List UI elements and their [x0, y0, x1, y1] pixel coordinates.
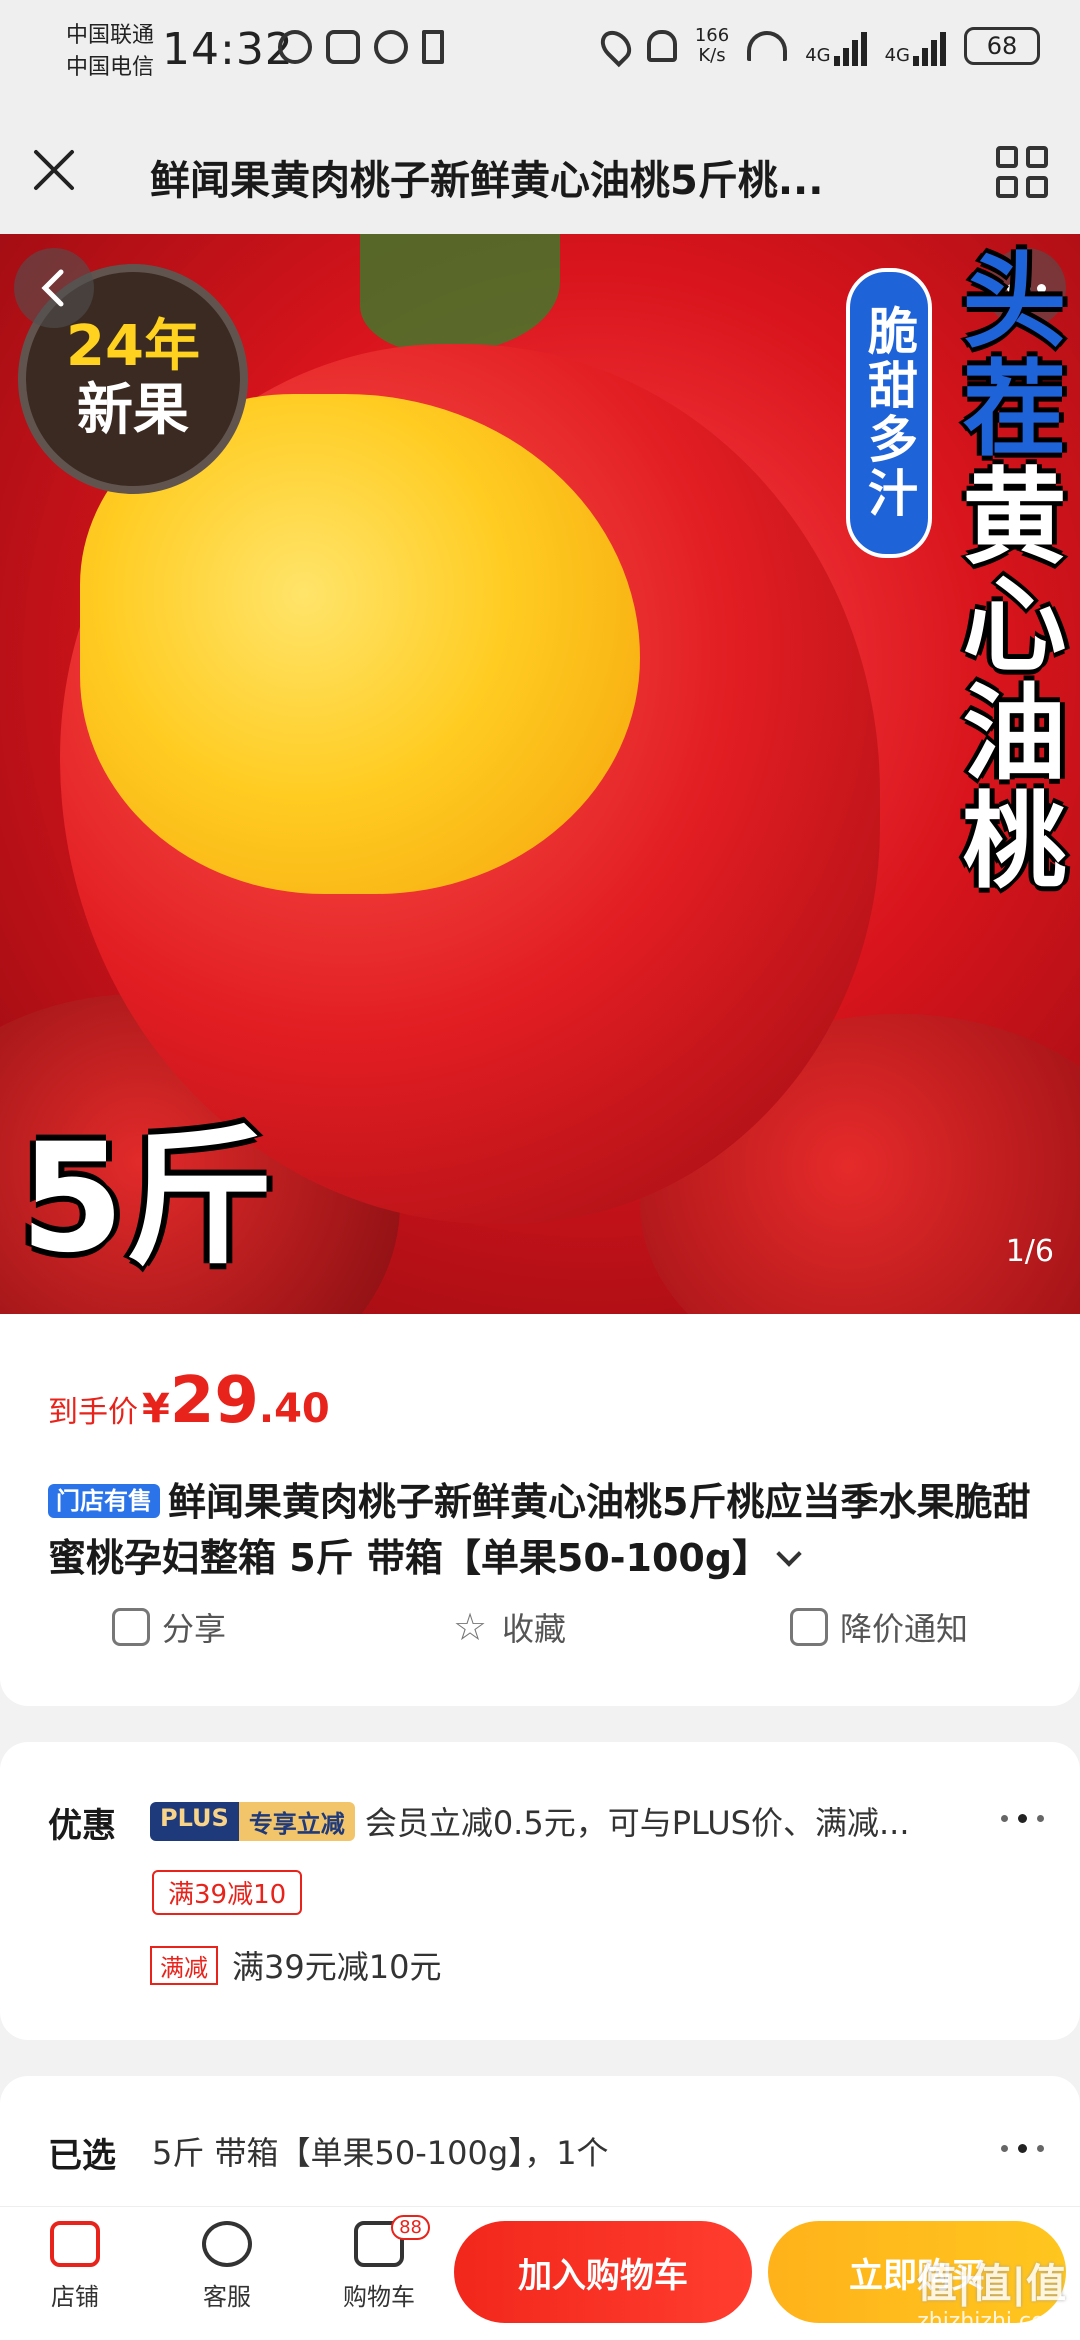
net-speed-unit: K/s: [698, 45, 726, 66]
discount-label: 优惠: [48, 1806, 116, 1846]
price-label: 到手价: [48, 1395, 138, 1430]
price-tag-icon: [789, 1608, 828, 1646]
cart-count-badge: 88: [391, 2215, 430, 2240]
price-row: 到手价 ¥ 29 .40: [48, 1364, 330, 1438]
add-to-cart-button[interactable]: 加入购物车: [454, 2221, 752, 2323]
status-icons-right: 166 K/s 4G 4G 68: [594, 24, 1040, 68]
net-speed-value: 166: [694, 25, 730, 46]
wifi-icon: [747, 31, 788, 61]
product-image-carousel[interactable]: 24年 新果 脆甜多汁 头茬黄心油桃 5斤 1/6: [0, 234, 1080, 1314]
hero-weight-label: 5斤: [20, 1112, 275, 1286]
chat-icon: [202, 2221, 252, 2267]
store-available-tag: 门店有售: [48, 1484, 160, 1518]
share-icon: [111, 1608, 150, 1646]
bluetooth-icon: [422, 30, 444, 64]
share-button[interactable]: 分享: [111, 1604, 226, 1650]
selected-value: 5斤 带箱【单果50-100g】，1个: [152, 2134, 609, 2172]
leaf-graphic: [360, 234, 560, 354]
plus-tag-label: 专享立减: [238, 1801, 355, 1841]
chevron-down-icon[interactable]: [776, 1541, 802, 1567]
selected-spec-card[interactable]: 已选 5斤 带箱【单果50-100g】，1个: [0, 2076, 1080, 2226]
discount-card[interactable]: 优惠 PLUS 专享立减 会员立减0.5元，可与PLUS价、满减... 满39减…: [0, 1742, 1080, 2040]
price-decimal: .40: [258, 1386, 330, 1432]
badge-line-2: 新果: [77, 378, 189, 443]
chevron-left-icon: [41, 269, 64, 307]
favorite-button[interactable]: ☆ 收藏: [450, 1604, 566, 1650]
nav-bar: 鲜闻果黄肉桃子新鲜黄心油桃5斤桃...: [0, 110, 1080, 234]
carrier-2: 中国电信: [66, 55, 155, 80]
price-card: 到手价 ¥ 29 .40 门店有售 鲜闻果黄肉桃子新鲜黄心油桃5斤桃应当季水果脆甜…: [0, 1314, 1080, 1706]
plus-tag-brand: PLUS: [150, 1801, 239, 1841]
location-icon: [594, 24, 638, 68]
price-integer: 29: [169, 1364, 259, 1438]
store-tab-label: 店铺: [51, 2283, 99, 2311]
product-title: 鲜闻果黄肉桃子新鲜黄心油桃5斤桃应当季水果脆甜蜜桃孕妇整箱 5斤 带箱【单果50…: [48, 1480, 1031, 1580]
feature-tag: 脆甜多汁: [846, 268, 932, 558]
product-actions: 分享 ☆ 收藏 降价通知: [0, 1604, 1080, 1650]
signal-1-label: 4G: [805, 45, 831, 66]
favorite-label: 收藏: [501, 1610, 566, 1648]
more-dots-icon[interactable]: [1001, 2144, 1044, 2153]
signal-1: 4G: [805, 26, 867, 66]
cart-tab[interactable]: 购物车 88: [324, 2215, 434, 2312]
net-speed: 166 K/s: [695, 26, 729, 66]
page-title: 鲜闻果黄肉桃子新鲜黄心油桃5斤桃...: [150, 158, 824, 204]
full-reduction-tag: 满减: [150, 1945, 218, 1985]
product-title-block[interactable]: 门店有售 鲜闻果黄肉桃子新鲜黄心油桃5斤桃应当季水果脆甜蜜桃孕妇整箱 5斤 带箱【…: [48, 1474, 1038, 1586]
plus-discount-text: 会员立减0.5元，可与PLUS价、满减...: [364, 1804, 910, 1842]
plus-tag: PLUS 专享立减: [150, 1801, 355, 1841]
more-dots-icon[interactable]: [1001, 1814, 1044, 1823]
battery-icon: 68: [964, 27, 1040, 65]
nfc-icon: [326, 30, 360, 64]
image-pager: 1/6: [1005, 1234, 1054, 1269]
selected-label: 已选: [48, 2136, 116, 2176]
hero-title: 头茬黄心油桃: [938, 246, 1066, 894]
alarm-icon: [374, 30, 408, 64]
store-icon: [50, 2221, 100, 2267]
share-label: 分享: [161, 1610, 226, 1648]
grid-menu-icon[interactable]: [996, 146, 1048, 198]
price-currency: ¥: [142, 1386, 170, 1432]
back-button[interactable]: [14, 248, 94, 328]
mute-icon: [646, 30, 677, 62]
full-reduction-text: 满39元减10元: [232, 1948, 442, 1986]
cart-tab-label: 购物车: [343, 2283, 415, 2311]
bottom-action-bar: 店铺 客服 购物车 88 加入购物车 立即购买 值|值|值 zhizhizhi.…: [0, 2206, 1080, 2340]
watermark: 值|值|值 zhizhizhi.com: [917, 2251, 1066, 2334]
close-icon[interactable]: [30, 146, 78, 194]
carrier-1: 中国联通: [66, 23, 155, 48]
store-tab[interactable]: 店铺: [20, 2221, 130, 2312]
status-icons-left: [278, 30, 444, 64]
data-saver-icon: [278, 30, 312, 64]
coupon-tag[interactable]: 满39减10: [152, 1870, 303, 1915]
watermark-brand: 值|值|值: [916, 2261, 1066, 2307]
star-icon: ☆: [452, 1605, 488, 1649]
hero-title-top: 头茬: [944, 246, 1066, 462]
signal-2-label: 4G: [884, 45, 910, 66]
plus-discount-row: PLUS 专享立减 会员立减0.5元，可与PLUS价、满减...: [150, 1798, 960, 1844]
full-reduction-row: 满减 满39元减10元: [150, 1942, 441, 1988]
service-tab-label: 客服: [203, 2283, 251, 2311]
price-alert-button[interactable]: 降价通知: [789, 1604, 968, 1650]
hero-title-main: 黄心油桃: [944, 462, 1066, 894]
carrier-info: 中国联通 中国电信: [66, 20, 154, 84]
watermark-url: zhizhizhi.com: [917, 2309, 1066, 2334]
service-tab[interactable]: 客服: [172, 2221, 282, 2312]
badge-line-1: 24年: [66, 314, 200, 379]
signal-2: 4G: [885, 26, 946, 66]
status-bar: 中国联通 中国电信 14:32 166 K/s 4G 4G 68: [0, 0, 1080, 110]
price-alert-label: 降价通知: [839, 1610, 968, 1648]
clock: 14:32: [162, 24, 294, 75]
